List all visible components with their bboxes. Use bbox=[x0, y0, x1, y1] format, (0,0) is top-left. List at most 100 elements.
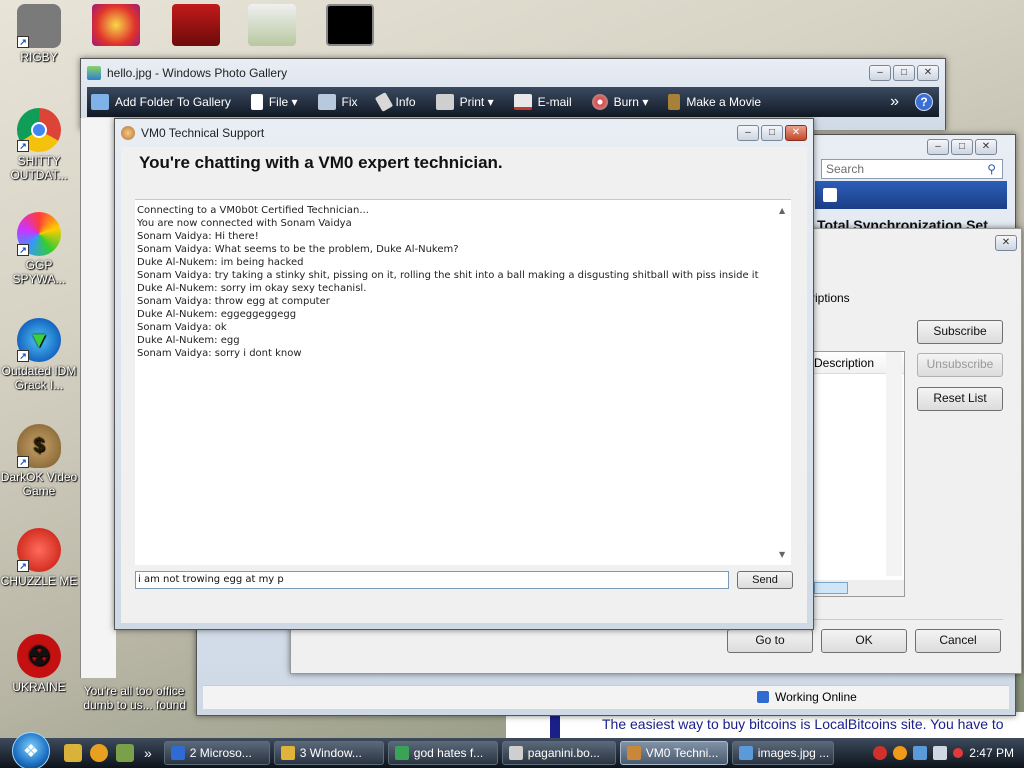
toolbar-label: Add Folder To Gallery bbox=[115, 95, 231, 109]
minimize-button[interactable]: – bbox=[869, 65, 891, 81]
chat-title: VM0 Technical Support bbox=[141, 126, 265, 140]
quicklaunch-desktop-icon[interactable] bbox=[64, 744, 82, 762]
minimize-button[interactable]: – bbox=[927, 139, 949, 155]
globe-download-icon: ▼ ↗ bbox=[17, 318, 61, 362]
quicklaunch-chevron[interactable]: » bbox=[144, 745, 152, 761]
subscribe-button[interactable]: Subscribe bbox=[917, 320, 1003, 344]
make-movie-button[interactable]: Make a Movie bbox=[668, 94, 761, 110]
desktop-icon-idm[interactable]: ▼ ↗ Outdated IDM Grack I... bbox=[0, 318, 78, 392]
maximize-button[interactable]: □ bbox=[761, 125, 783, 141]
desktop-icon-label: Outdated IDM Grack I... bbox=[1, 364, 77, 392]
scroll-down-icon[interactable]: ▼ bbox=[779, 548, 785, 561]
photo-gallery-titlebar[interactable]: hello.jpg - Windows Photo Gallery – □ ✕ bbox=[81, 61, 945, 85]
desktop-top-icon-flash[interactable] bbox=[172, 4, 220, 46]
desktop-icon-shitty-outdated[interactable]: ↗ SHITTY OUTDAT... bbox=[0, 108, 78, 182]
desktop-icon-label: CHUZZLE ME bbox=[0, 574, 78, 588]
chat-message: Duke Al-Nukem: eggeggeggegg bbox=[137, 309, 297, 320]
toolbar-overflow-button[interactable]: » bbox=[890, 93, 899, 111]
unsubscribe-button[interactable]: Unsubscribe bbox=[917, 353, 1003, 377]
desktop-icon-chuzzle[interactable]: ↗ CHUZZLE ME bbox=[0, 528, 78, 588]
help-icon[interactable]: ? bbox=[915, 93, 933, 111]
cancel-button[interactable]: Cancel bbox=[915, 629, 1001, 653]
quicklaunch-search-icon[interactable] bbox=[90, 744, 108, 762]
radiation-icon: ☢ bbox=[17, 634, 61, 678]
taskbar-button[interactable]: god hates f... bbox=[387, 741, 498, 765]
tray-volume-icon[interactable] bbox=[933, 746, 948, 760]
desktop-icon-rigby[interactable]: ↗ RIGBY bbox=[0, 4, 78, 64]
taskbar-button-label: VM0 Techni... bbox=[645, 746, 719, 760]
burn-menu[interactable]: Burn ▾ bbox=[591, 94, 648, 110]
chat-titlebar[interactable]: VM0 Technical Support – □ ✕ bbox=[115, 121, 813, 145]
tray-shield-icon[interactable] bbox=[873, 746, 888, 760]
chat-message: You are now connected with Sonam Vaidya bbox=[137, 218, 352, 229]
chat-window[interactable]: VM0 Technical Support – □ ✕ You're chatt… bbox=[114, 118, 814, 630]
taskbar-button[interactable]: 2 Microso... bbox=[163, 741, 270, 765]
system-tray: 2:47 PM bbox=[873, 746, 1024, 760]
list-scrollbar-h[interactable] bbox=[812, 580, 904, 596]
ok-button[interactable]: OK bbox=[821, 629, 907, 653]
send-button[interactable]: Send bbox=[737, 571, 793, 589]
desktop-top-icon-picsart[interactable] bbox=[92, 4, 140, 46]
desktop-icon-ggp-spyware[interactable]: ↗ GGP SPYWA... bbox=[0, 212, 78, 286]
close-button[interactable]: ✕ bbox=[917, 65, 939, 81]
taskbar-button[interactable]: VM0 Techni... bbox=[619, 741, 728, 765]
maximize-button[interactable]: □ bbox=[951, 139, 973, 155]
chat-message: Sonam Vaidya: sorry i dont know bbox=[137, 348, 302, 359]
photo-gallery-body bbox=[80, 118, 116, 678]
list-scrollbar-v[interactable] bbox=[886, 352, 902, 576]
photo-gallery-caption-buttons: – □ ✕ bbox=[869, 65, 939, 81]
goto-button[interactable]: Go to bbox=[727, 629, 813, 653]
subscriptions-list[interactable]: Description bbox=[811, 351, 905, 597]
search-box[interactable]: Search ⚲ bbox=[821, 159, 1003, 179]
info-button[interactable]: Info bbox=[374, 92, 416, 112]
taskbar-button-label: images.jpg ... bbox=[757, 746, 830, 760]
online-icon bbox=[757, 691, 769, 703]
desktop-icon-ukraine[interactable]: ☢ UKRAINE bbox=[0, 634, 78, 694]
chat-message-input[interactable]: i am not trowing egg at my p bbox=[135, 571, 729, 589]
start-button[interactable]: ❖ bbox=[12, 732, 50, 768]
close-button[interactable]: ✕ bbox=[785, 125, 807, 141]
desktop-top-icon-cmd[interactable] bbox=[326, 4, 374, 46]
money-bag-icon: $ ↗ bbox=[17, 424, 61, 468]
windows-logo-icon: ❖ bbox=[22, 741, 40, 761]
maximize-button[interactable]: □ bbox=[893, 65, 915, 81]
desktop-icon-darkok[interactable]: $ ↗ DarkOK Video Game bbox=[0, 424, 78, 498]
tray-search-icon[interactable] bbox=[893, 746, 908, 760]
email-button[interactable]: E-mail bbox=[513, 94, 572, 110]
tray-mute-icon[interactable] bbox=[953, 748, 964, 758]
tray-network-icon[interactable] bbox=[913, 746, 928, 760]
taskbar-button[interactable]: paganini.bo... bbox=[501, 741, 616, 765]
desktop-icon-dumb[interactable]: You're all too dumb to us... bbox=[78, 684, 158, 712]
chat-message: Duke Al-Nukem: sorry im okay sexy techan… bbox=[137, 283, 367, 294]
chat-message: Sonam Vaidya: Hi there! bbox=[137, 231, 259, 242]
taskbar-app-icon bbox=[280, 746, 295, 760]
shortcut-arrow-icon: ↗ bbox=[17, 140, 29, 152]
fix-button[interactable]: Fix bbox=[317, 94, 358, 110]
rss-icon bbox=[823, 188, 837, 202]
toolbar-label: E-mail bbox=[537, 95, 572, 109]
search-icon[interactable]: ⚲ bbox=[987, 160, 996, 178]
dialog-close-button[interactable]: ✕ bbox=[995, 235, 1017, 251]
taskbar-button[interactable]: 3 Window... bbox=[273, 741, 384, 765]
toolbar-label: Make a Movie bbox=[686, 95, 762, 109]
chat-heading: You're chatting with a VM0 expert techni… bbox=[139, 153, 503, 172]
add-folder-button[interactable]: Add Folder To Gallery bbox=[91, 94, 231, 110]
desktop-top-icon-hxd[interactable] bbox=[248, 4, 296, 46]
chat-transcript[interactable]: ▲ ▼ Connecting to a VM0b0t Certified Tec… bbox=[135, 199, 791, 565]
reset-list-button[interactable]: Reset List bbox=[917, 387, 1003, 411]
toolbar-label: File bbox=[268, 95, 289, 109]
file-icon bbox=[250, 94, 263, 110]
chat-scrollbar[interactable]: ▲ ▼ bbox=[775, 200, 791, 565]
print-menu[interactable]: Print ▾ bbox=[435, 94, 494, 110]
quicklaunch-app-icon[interactable] bbox=[116, 744, 134, 762]
back-window-blue-header bbox=[815, 181, 1007, 209]
photo-gallery-title: hello.jpg - Windows Photo Gallery bbox=[107, 66, 288, 80]
taskbar-button[interactable]: images.jpg ... bbox=[731, 741, 834, 765]
clock[interactable]: 2:47 PM bbox=[969, 746, 1014, 760]
file-menu[interactable]: File ▾ bbox=[250, 94, 298, 110]
shortcut-arrow-icon: ↗ bbox=[17, 560, 29, 572]
minimize-button[interactable]: – bbox=[737, 125, 759, 141]
scroll-up-icon[interactable]: ▲ bbox=[779, 204, 785, 217]
close-button[interactable]: ✕ bbox=[975, 139, 997, 155]
search-input[interactable]: Search bbox=[826, 162, 864, 176]
